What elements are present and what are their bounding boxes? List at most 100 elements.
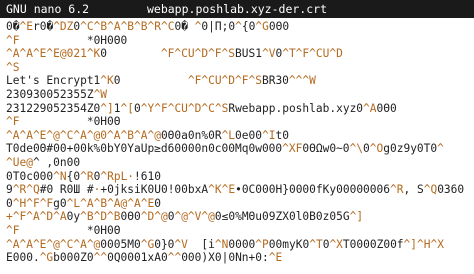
control-char-text: ^D^@ bbox=[140, 210, 168, 224]
editor-area[interactable]: 0�^Er0�^DZ0^C^B^A^B^B^R^C0� ^0|Π;0^{0^G0… bbox=[6, 20, 472, 272]
raw-text: 0Θ0 bbox=[268, 20, 290, 33]
control-char-text: ^R^Q bbox=[12, 183, 40, 197]
control-char-text: +^F^A^D^A bbox=[6, 210, 67, 224]
raw-text: 0|Π; bbox=[201, 20, 229, 33]
control-char-text: ^T^F^CU^D bbox=[282, 47, 343, 61]
editor-line[interactable]: ^F *0Η0Θ0 bbox=[6, 34, 472, 48]
control-char-text: ^F bbox=[6, 115, 20, 129]
raw-text: 00myK0 bbox=[268, 237, 310, 251]
control-char-text: ^RpL· bbox=[100, 169, 135, 183]
control-char-text: ^O bbox=[369, 142, 384, 156]
control-char-text: ^F bbox=[6, 223, 20, 237]
control-char-text: ^S bbox=[6, 60, 20, 74]
raw-text: 0� bbox=[174, 20, 195, 33]
raw-text: 0≤0%ΜΘu09ZX0l0B0z05G bbox=[214, 210, 350, 224]
control-char-text: ^P bbox=[255, 237, 269, 251]
editor-line[interactable]: 231229052354Z0^]1^[0^Y^F^CU^D^C^SRwebapp… bbox=[6, 102, 472, 116]
control-char-text: ^^ bbox=[93, 251, 108, 265]
editor-line[interactable]: E000.^Gb000Z0^^0Q0001xA0^^000)X0|0Nn+0:^… bbox=[6, 251, 472, 265]
editor-line[interactable]: ^S bbox=[6, 61, 472, 75]
raw-text: 0y bbox=[66, 210, 81, 224]
editor-line[interactable]: ^Ue@^ ,0n00 bbox=[6, 156, 472, 170]
control-char-text: ^A^A^E^@^C^A^@0 bbox=[6, 128, 108, 142]
control-char-text: ^] bbox=[100, 101, 114, 115]
control-char-text: ^^ bbox=[167, 251, 182, 265]
raw-text: r0� bbox=[32, 20, 54, 33]
editor-line[interactable]: 0^H^F^Fg0^L^A^B^A@^A^E0 bbox=[6, 197, 472, 211]
control-char-text: ^T bbox=[309, 237, 323, 251]
raw-text: BUS1 bbox=[235, 47, 262, 61]
raw-text: •0C000H}0000fKy00000006 bbox=[235, 183, 390, 197]
raw-text: {0 bbox=[241, 20, 256, 33]
raw-text: 230930052355Z bbox=[6, 87, 94, 101]
raw-text: 0� bbox=[6, 20, 20, 33]
raw-text: T0000Z00f bbox=[342, 237, 404, 251]
editor-line[interactable]: ^A^A^E^@^C^A^@0005M0^G0}0^V [i^N0000^P00… bbox=[6, 238, 472, 252]
control-char-text: ^L bbox=[221, 128, 236, 142]
raw-text: 231229052354Z0 bbox=[6, 101, 101, 115]
editor-line[interactable]: T0de0Θ#00+00k%0bY0YaUp≥d60000n0c00Mq0w00… bbox=[6, 142, 472, 156]
title-bar: GNU nano 6.2 webapp.poshlab.xyz-der.crt bbox=[0, 0, 474, 18]
editor-line[interactable]: ^F *0Η0Θ bbox=[6, 115, 472, 129]
control-char-text: ^A bbox=[363, 101, 377, 115]
editor-line[interactable]: +^F^A^D^A0y^B^D^B0Θ0^D^@0^@^V^@0≤0%ΜΘu09… bbox=[6, 210, 472, 224]
control-char-text: ^\ bbox=[349, 142, 364, 156]
editor-line[interactable]: ^A^A^E^E@021^K0 ^F^CU^D^F^SBUS1^V0^T^F^C… bbox=[6, 47, 472, 61]
control-char-text: ^L^A^B^A@^A^E bbox=[66, 196, 155, 210]
editor-line[interactable]: 9^R^Q#0 R0Ш #·+0jksiK0U0!00bxA^K^E•0C000… bbox=[6, 183, 472, 197]
control-char-text: ^[ bbox=[120, 101, 135, 115]
control-char-text: ^N bbox=[53, 169, 67, 183]
control-char-text: ^@^V^@ bbox=[174, 210, 215, 224]
editor-line[interactable]: ^A^A^E^@^C^A^@0^A^B^A^@0Θ0a0n%0R^L0e00^I… bbox=[6, 129, 472, 143]
raw-text: +0jksiK0U0!00bxA bbox=[100, 183, 209, 197]
editor-line[interactable]: 230930052355Z^W bbox=[6, 88, 472, 102]
control-char-text: ^X bbox=[329, 237, 343, 251]
raw-text: 0e00 bbox=[235, 128, 262, 142]
control-char-text: ^F^CU^D^F^S bbox=[187, 74, 262, 88]
control-char-text: ^A^B^A^@ bbox=[107, 128, 161, 142]
raw-text: #0 R0Ш # bbox=[39, 183, 94, 197]
raw-text: 0 bbox=[100, 47, 161, 61]
raw-text: 0Θ0 bbox=[376, 101, 397, 115]
control-char-text: ^] bbox=[349, 210, 364, 224]
raw-text: 9 bbox=[6, 183, 13, 197]
raw-text: *0Η0Θ0 bbox=[19, 33, 128, 47]
raw-text: 0005M0 bbox=[100, 237, 141, 251]
control-char-text: ^R bbox=[390, 183, 404, 197]
editor-line[interactable]: 0T0c000^N{0^R0^RpL·!610 bbox=[6, 170, 472, 184]
raw-text: BR30 bbox=[261, 74, 289, 88]
raw-text: 0}0 bbox=[154, 237, 175, 251]
control-char-text: ^XF bbox=[282, 142, 303, 156]
raw-text: E000. bbox=[6, 251, 40, 265]
control-char-text: ^G bbox=[255, 20, 269, 33]
control-char-text: ^I bbox=[262, 128, 276, 142]
control-char-text: ^V bbox=[261, 47, 276, 61]
editor-line[interactable]: Let's Encrypt1^K0 ^F^CU^D^F^SBR30^^^W bbox=[6, 74, 472, 88]
control-char-text: ^H^F^F bbox=[12, 196, 54, 210]
editor-line[interactable]: 0�^Er0�^DZ0^C^B^A^B^B^R^C0� ^0|Π;0^{0^G0… bbox=[6, 20, 472, 34]
raw-text: T0de0Θ#00+00k%0bY0YaUp≥d60000n0c00Mq0w00… bbox=[6, 142, 283, 156]
control-char-text: ^G bbox=[39, 251, 54, 265]
raw-text: Rwebapp.poshlab.xyz0 bbox=[228, 101, 364, 115]
control-char-text: ^DZ bbox=[53, 20, 74, 33]
raw-text: 0T0c000 bbox=[6, 169, 54, 183]
control-char-text: ^^^W bbox=[288, 74, 316, 88]
raw-text: , S bbox=[403, 183, 424, 197]
raw-text: *0Η0Θ bbox=[19, 115, 121, 129]
raw-text: 0 bbox=[6, 196, 13, 210]
raw-text: b000Z0 bbox=[53, 251, 94, 265]
control-char-text: ^W bbox=[93, 87, 108, 101]
control-char-text: ^V bbox=[174, 237, 188, 251]
editor-line[interactable]: ^F *0Η0Θ bbox=[6, 224, 472, 238]
raw-text: g0 bbox=[53, 196, 67, 210]
raw-text: 0 bbox=[113, 74, 188, 88]
raw-text: 0000 bbox=[228, 237, 256, 251]
control-char-text: ^E bbox=[19, 20, 33, 33]
control-char-text: ^K bbox=[100, 74, 114, 88]
control-char-text: ^A^A^E^E@021^K bbox=[6, 47, 101, 61]
raw-text: 0Θ0a0n%0R bbox=[160, 128, 222, 142]
control-char-text: ^Y^F^CU^D^C^S bbox=[140, 101, 229, 115]
control-char-text: ^B^D^B bbox=[80, 210, 121, 224]
raw-text: t0 bbox=[275, 128, 289, 142]
control-char-text: ^F^CU^D^F^S bbox=[160, 47, 236, 61]
